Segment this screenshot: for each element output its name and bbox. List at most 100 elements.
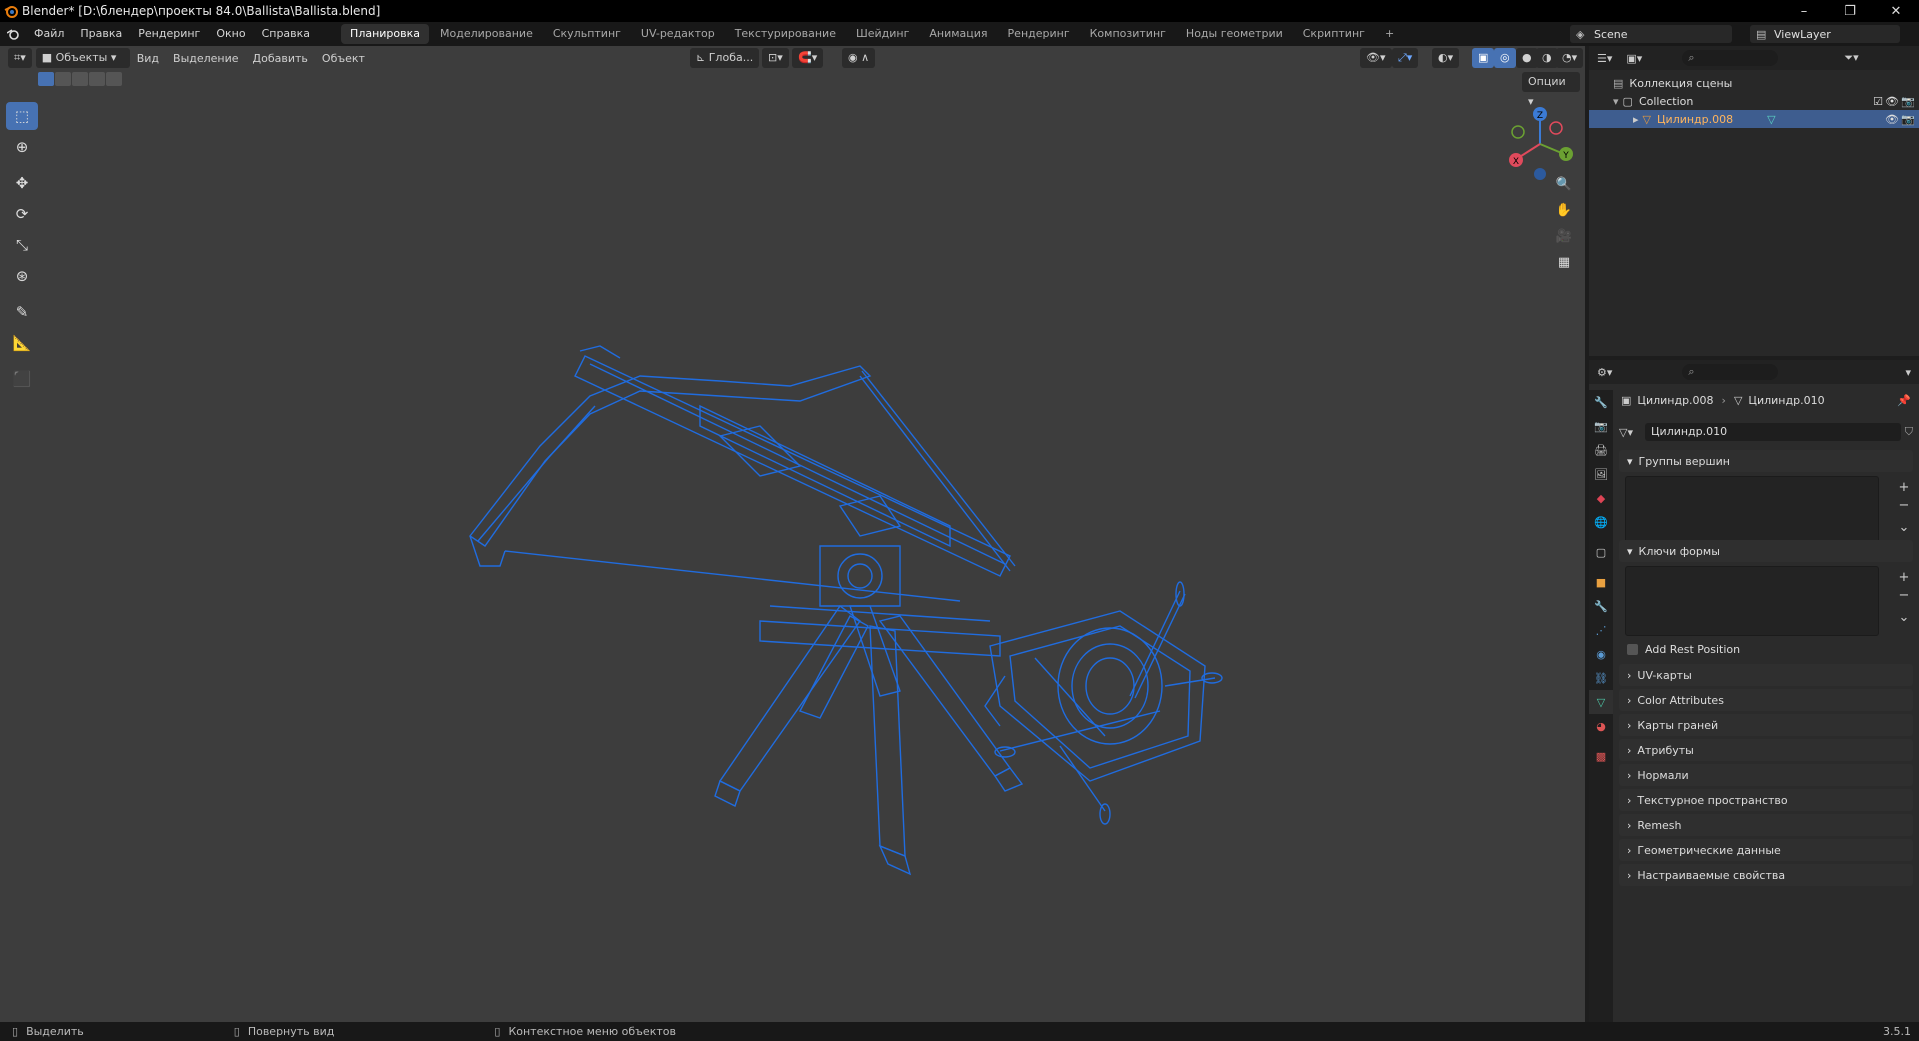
remove-icon[interactable]: − [1895, 496, 1913, 514]
exclude-checkbox-icon[interactable]: ☑ [1873, 95, 1883, 108]
vertex-groups-panel: ▾ Группы вершин + − ⌄ [1613, 450, 1919, 550]
vertex-groups-header[interactable]: ▾ Группы вершин [1619, 450, 1913, 472]
tab-sculpting[interactable]: Скульптинг [544, 24, 630, 44]
object-tab-icon[interactable]: ■ [1589, 570, 1613, 594]
tab-texture-paint[interactable]: Текстурирование [726, 24, 845, 44]
physics-tab-icon[interactable]: ◉ [1589, 642, 1613, 666]
remove-icon[interactable]: − [1895, 586, 1913, 604]
collapsed-panels: › UV-карты › Color Attributes › Карты гране… [1613, 664, 1919, 889]
view-layer-icon: ▤ [1756, 27, 1767, 41]
expand-arrow-icon[interactable]: ▸ [1633, 113, 1639, 126]
ballista-wireframe-model[interactable] [0, 46, 1585, 1022]
pin-icon[interactable]: 📌 [1897, 394, 1911, 407]
visibility-eye-icon[interactable]: 👁 [1885, 113, 1899, 126]
scene-icon: ◈ [1576, 27, 1585, 41]
normals-panel[interactable]: › Нормали [1619, 764, 1913, 786]
collection-tab-icon[interactable]: ▢ [1589, 540, 1613, 564]
blender-logo-icon [0, 0, 22, 22]
tab-animation[interactable]: Анимация [920, 24, 996, 44]
outliner-editor-icon[interactable]: ☰▾ [1597, 52, 1612, 65]
shape-keys-header[interactable]: ▾ Ключи формы [1619, 540, 1913, 562]
menu-help[interactable]: Справка [254, 22, 318, 46]
3d-viewport[interactable]: ⌗▾ ■ Объекты ▾ Вид Выделение Добавить Об… [0, 46, 1585, 1022]
chevron-down-icon[interactable]: ⌄ [1895, 518, 1913, 536]
mesh-data-tab-icon[interactable]: ▽ [1589, 690, 1613, 714]
expand-arrow-icon[interactable]: ▾ [1613, 95, 1619, 108]
minimize-icon[interactable]: – [1781, 0, 1827, 22]
render-camera-icon[interactable]: 📷 [1901, 113, 1915, 126]
filter-icon[interactable]: ⏷▾ [1844, 51, 1858, 65]
status-context-menu: Контекстное меню объектов [508, 1025, 676, 1038]
world-tab-icon[interactable]: 🌐 [1589, 510, 1613, 534]
outliner-scene-collection[interactable]: ▤ Коллекция сцены [1589, 74, 1919, 92]
tab-scripting[interactable]: Скриптинг [1294, 24, 1374, 44]
vertex-groups-list[interactable] [1625, 476, 1879, 546]
texture-tab-icon[interactable]: ▩ [1589, 744, 1613, 768]
render-camera-icon[interactable]: 📷 [1901, 95, 1915, 108]
custom-properties-panel[interactable]: › Настраиваемые свойства [1619, 864, 1913, 886]
scene-tab-icon[interactable]: ◆ [1589, 486, 1613, 510]
remesh-panel[interactable]: › Remesh [1619, 814, 1913, 836]
scene-collection-icon: ▤ [1613, 76, 1624, 90]
mesh-data-icon: ▽ [1733, 394, 1743, 407]
face-maps-panel[interactable]: › Карты граней [1619, 714, 1913, 736]
tab-layout[interactable]: Планировка [341, 24, 430, 44]
shape-keys-list[interactable] [1625, 566, 1879, 636]
menu-file[interactable]: Файл [26, 22, 72, 46]
chevron-down-icon[interactable]: ⌄ [1895, 608, 1913, 626]
status-select: Выделить [26, 1025, 84, 1038]
add-rest-position-checkbox[interactable] [1627, 643, 1638, 655]
display-mode-icon[interactable]: ▣▾ [1626, 52, 1642, 65]
properties-content: ▣ Цилиндр.008 › ▽ Цилиндр.010 📌 ▽▾ Цилин… [1613, 360, 1919, 1022]
add-icon[interactable]: + [1895, 478, 1913, 496]
outliner-search-input[interactable]: ⌕ [1682, 50, 1779, 66]
menu-window[interactable]: Окно [208, 22, 253, 46]
attributes-panel[interactable]: › Атрибуты [1619, 739, 1913, 761]
breadcrumb-separator-icon: › [1721, 394, 1726, 407]
close-icon[interactable]: ✕ [1873, 0, 1919, 22]
uv-maps-panel[interactable]: › UV-карты [1619, 664, 1913, 686]
tab-uv-editing[interactable]: UV-редактор [632, 24, 724, 44]
blender-version: 3.5.1 [1883, 1025, 1911, 1038]
window-title: Blender* [D:\блендер\проекты 84.0\Ballis… [22, 4, 381, 18]
tool-tab-icon[interactable]: 🔧 [1589, 390, 1613, 414]
tab-rendering[interactable]: Рендеринг [999, 24, 1079, 44]
status-bar: ▯ Выделить ▯ Повернуть вид ▯ Контекстное… [0, 1022, 1919, 1041]
outliner-collection-row[interactable]: ▾ ▢ Collection ☑ 👁 📷 [1589, 92, 1919, 110]
mesh-object-icon: ▽ [1642, 112, 1651, 126]
fake-user-shield-icon[interactable]: ⛉ [1905, 425, 1913, 439]
shape-keys-panel: ▾ Ключи формы + − ⌄ Add Rest Position [1613, 540, 1919, 658]
view-layer-tab-icon[interactable]: 🖼 [1589, 462, 1613, 486]
collection-icon: ▢ [1622, 94, 1633, 108]
add-workspace-button[interactable]: + [1376, 24, 1403, 44]
maximize-icon[interactable]: ❐ [1827, 0, 1873, 22]
status-rotate: Повернуть вид [247, 1025, 335, 1038]
tab-shading[interactable]: Шейдинг [847, 24, 918, 44]
tab-compositing[interactable]: Композитинг [1081, 24, 1175, 44]
tab-modeling[interactable]: Моделирование [431, 24, 542, 44]
modifiers-tab-icon[interactable]: 🔧 [1589, 594, 1613, 618]
properties-editor-icon[interactable]: ⚙▾ [1597, 366, 1612, 379]
particles-tab-icon[interactable]: ⋰ [1589, 618, 1613, 642]
render-tab-icon[interactable]: 📷 [1589, 414, 1613, 438]
output-tab-icon[interactable]: 🖨 [1589, 438, 1613, 462]
mesh-data-icon[interactable]: ▽ [1767, 113, 1775, 126]
add-icon[interactable]: + [1895, 568, 1913, 586]
menu-render[interactable]: Рендеринг [130, 22, 208, 46]
menu-edit[interactable]: Правка [72, 22, 130, 46]
view-layer-selector[interactable]: ▤ ViewLayer [1750, 25, 1900, 43]
search-icon: ⌕ [1688, 51, 1695, 64]
constraints-tab-icon[interactable]: ⛓ [1589, 666, 1613, 690]
color-attributes-panel[interactable]: › Color Attributes [1619, 689, 1913, 711]
material-tab-icon[interactable]: ◕ [1589, 714, 1613, 738]
tab-geometry-nodes[interactable]: Ноды геометрии [1177, 24, 1292, 44]
add-rest-position-row[interactable]: Add Rest Position [1613, 640, 1919, 658]
outliner-object-row[interactable]: ▸ ▽ Цилиндр.008 ▽ 👁 📷 [1589, 110, 1919, 128]
blender-menu-icon[interactable] [0, 28, 26, 40]
mesh-browse-icon[interactable]: ▽▾ [1619, 426, 1645, 439]
scene-selector[interactable]: ◈ Scene [1570, 25, 1732, 43]
visibility-eye-icon[interactable]: 👁 [1885, 95, 1899, 108]
geometry-data-panel[interactable]: › Геометрические данные [1619, 839, 1913, 861]
texture-space-panel[interactable]: › Текстурное пространство [1619, 789, 1913, 811]
mesh-name-field[interactable]: Цилиндр.010 [1645, 423, 1901, 441]
